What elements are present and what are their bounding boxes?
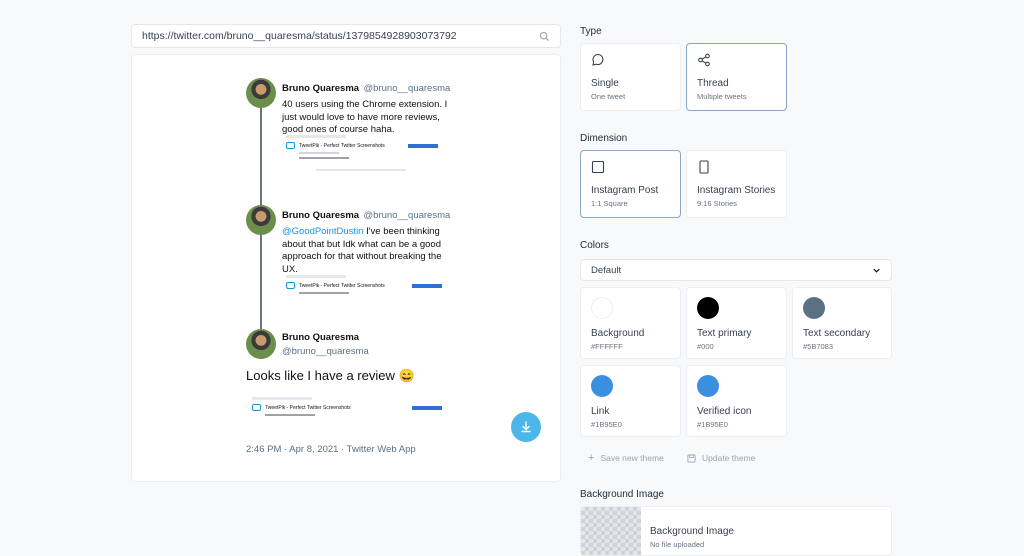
color-card-link[interactable]: Link #1B95E0 [580,365,681,437]
type-option-sub: Multiple tweets [697,92,747,101]
search-icon [539,31,550,41]
chevron-down-icon [873,268,880,273]
type-option-thread[interactable]: Thread Multiple tweets [686,43,787,111]
color-label: Text secondary [803,328,871,339]
download-icon [521,421,531,433]
camera-icon [252,404,261,411]
chat-bubble-icon [592,53,604,66]
transparent-preview [581,507,641,555]
tweet-text: 40 users using the Chrome extension. I j… [282,99,448,135]
tweet-preview: Bruno Quaresma @bruno__quaresma 40 users… [131,54,561,482]
save-disk-icon [687,453,696,463]
type-section-label: Type [580,26,602,37]
tweet: Bruno Quaresma @bruno__quaresma 40 users… [282,78,452,137]
tweet-author-handle: @bruno__quaresma [363,210,451,221]
share-nodes-icon [698,53,710,67]
dimension-option-label: Instagram Stories [697,185,776,196]
tweet-image-title: TweetPik - Perfect Twitter Screenshots [299,282,385,289]
dimension-option-sub: 1:1 Square [591,199,628,208]
tweet-text: Looks like I have a review 😄 [246,368,415,383]
color-card-text-secondary[interactable]: Text secondary #5B7083 [792,287,892,359]
color-card-text-primary[interactable]: Text primary #000 [686,287,787,359]
color-label: Verified icon [697,406,752,417]
tweet-attached-image: TweetPik - Perfect Twitter Screenshots [286,275,442,301]
tweet: Bruno Quaresma @bruno__quaresma @GoodPoi… [282,205,452,276]
tweet-attached-image: TweetPik - Perfect Twitter Screenshots [286,135,438,179]
type-option-single[interactable]: Single One tweet [580,43,681,111]
tweet-author-handle: @bruno__quaresma [363,83,451,94]
avatar [246,78,276,108]
portrait-icon [699,160,709,174]
type-option-label: Single [591,78,619,89]
color-card-background[interactable]: Background #FFFFFF [580,287,681,359]
color-hex: #5B7083 [803,342,834,351]
update-theme-button[interactable]: Update theme [679,450,763,466]
color-hex: #000 [697,342,714,351]
avatar [246,205,276,235]
avatar [246,329,276,359]
tweet-url-input[interactable]: https://twitter.com/bruno__quaresma/stat… [131,24,561,48]
dimension-option-instagram-stories[interactable]: Instagram Stories 9:16 Stories [686,150,787,218]
colors-section-label: Colors [580,240,609,251]
color-swatch [697,375,719,397]
tweet-image-title: TweetPik - Perfect Twitter Screenshots [265,404,351,411]
color-hex: #1B95E0 [697,420,728,429]
tweet-author-handle: @bruno__quaresma [282,346,369,357]
save-new-theme-label: Save new theme [600,453,664,463]
tweet-header: Bruno Quaresma @bruno__quaresma [282,332,452,357]
color-card-verified-icon[interactable]: Verified icon #1B95E0 [686,365,787,437]
color-label: Background [591,328,645,339]
tweet-author-name: Bruno Quaresma [282,210,360,221]
color-swatch [697,297,719,319]
color-label: Link [591,406,610,417]
color-swatch [803,297,825,319]
plus-icon: + [588,452,595,464]
color-hex: #1B95E0 [591,420,622,429]
background-image-label: Background Image [650,526,734,537]
theme-select[interactable]: Default [580,259,892,281]
dimension-option-instagram-post[interactable]: Instagram Post 1:1 Square [580,150,681,218]
tweet-url-value: https://twitter.com/bruno__quaresma/stat… [142,30,457,42]
type-option-sub: One tweet [591,92,626,101]
color-label: Text primary [697,328,752,339]
update-theme-label: Update theme [702,453,756,463]
tweet-meta: 2:46 PM · Apr 8, 2021 · Twitter Web App [246,444,416,455]
tweet-author-name: Bruno Quaresma [282,332,360,343]
background-image-upload[interactable]: Background Image No file uploaded [580,506,892,556]
tweet-attached-image: TweetPik - Perfect Twitter Screenshots [252,397,442,429]
background-image-status: No file uploaded [650,540,705,549]
camera-icon [286,282,295,289]
thread-connector [260,103,262,211]
background-image-section-label: Background Image [580,489,664,500]
color-swatch [591,297,613,319]
type-option-label: Thread [697,78,729,89]
square-icon [591,160,605,174]
theme-select-value: Default [591,264,622,276]
save-new-theme-button[interactable]: + Save new theme [580,450,672,466]
tweet-image-title: TweetPik - Perfect Twitter Screenshots [299,142,385,149]
tweet-author-name: Bruno Quaresma [282,83,360,94]
download-button[interactable] [511,412,541,442]
color-swatch [591,375,613,397]
dimension-option-sub: 9:16 Stories [697,199,738,208]
thread-connector [260,233,262,331]
dimension-section-label: Dimension [580,133,628,144]
tweet-mention-link[interactable]: @GoodPointDustin [282,226,363,237]
color-hex: #FFFFFF [591,342,623,351]
dimension-option-label: Instagram Post [591,185,659,196]
camera-icon [286,142,295,149]
